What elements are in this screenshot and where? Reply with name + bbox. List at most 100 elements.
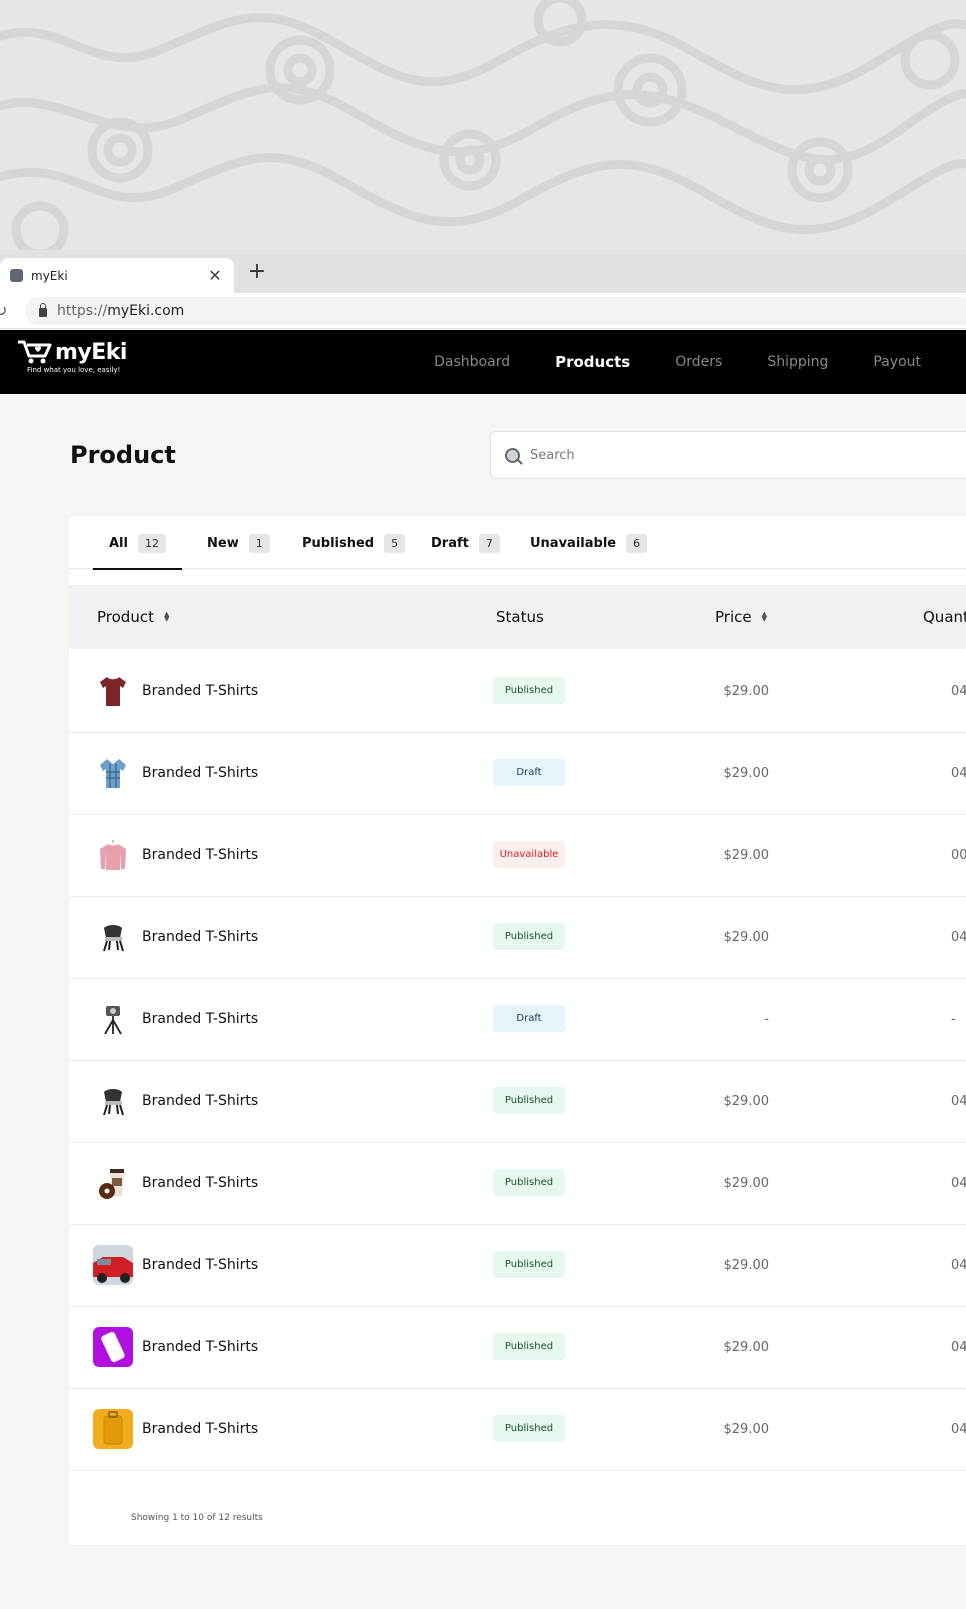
filter-tabs: All 12 New 1 Published 5 Draft 7 Unavailable… <box>69 517 966 570</box>
reload-icon[interactable]: ↻ <box>0 301 7 320</box>
product-quantity: 04 <box>951 1175 966 1191</box>
table-row[interactable]: Branded T-Shirts Published $29.00 04 <box>69 895 966 979</box>
nav-shipping[interactable]: Shipping <box>767 354 828 370</box>
yellow-suitcase-icon <box>93 1409 133 1449</box>
col-product-header[interactable]: Product ▲ ▼ <box>97 585 169 649</box>
nav-orders[interactable]: Orders <box>675 354 722 370</box>
wallpaper-pattern <box>0 0 966 250</box>
tab-title: myEki <box>31 268 68 283</box>
chair-icon <box>93 1081 133 1121</box>
product-name[interactable]: Branded T-Shirts <box>142 977 258 1061</box>
product-price: $29.00 <box>723 847 770 863</box>
chair-icon <box>93 917 133 957</box>
plaid-shirt-icon <box>93 753 133 793</box>
page-title: Product <box>70 441 176 469</box>
close-icon[interactable]: ✕ <box>206 266 224 285</box>
url-text: https://myEki.com <box>57 303 185 319</box>
table-row[interactable]: Branded T-Shirts Draft $29.00 04 <box>69 731 966 815</box>
pink-sweater-icon <box>93 835 133 875</box>
col-status-header: Status <box>496 608 544 626</box>
cart-logo-icon <box>18 340 52 364</box>
product-name[interactable]: Branded T-Shirts <box>142 1059 258 1143</box>
tab-new[interactable]: New 1 <box>207 517 270 569</box>
tab-label: New <box>207 535 239 551</box>
status-badge: Published <box>493 677 565 704</box>
logo-tagline: Find what you love, easily! <box>27 366 121 374</box>
tab-published[interactable]: Published 5 <box>302 517 406 569</box>
tab-label: Unavailable <box>530 535 617 551</box>
maroon-tshirt-icon <box>93 671 133 711</box>
product-price: - <box>764 1011 769 1027</box>
table-row[interactable]: Branded T-Shirts Published $29.00 04 <box>69 1223 966 1307</box>
phone-icon <box>93 1327 133 1367</box>
product-price: $29.00 <box>723 1257 770 1273</box>
col-quantity-header: Quant <box>923 608 966 626</box>
product-name[interactable]: Branded T-Shirts <box>142 813 258 897</box>
favicon-icon <box>10 269 23 282</box>
status-badge: Published <box>493 1333 565 1360</box>
tab-label: Draft <box>431 535 469 551</box>
product-quantity: 04 <box>951 1339 966 1355</box>
nav-links: Dashboard Products Orders Shipping Payou… <box>434 330 966 394</box>
red-car-icon <box>93 1245 133 1285</box>
search-placeholder: Search <box>530 447 575 463</box>
table-row[interactable]: Branded T-Shirts Published $29.00 04 <box>69 649 966 733</box>
url-field[interactable]: https://myEki.com <box>25 297 966 325</box>
tab-unavailable[interactable]: Unavailable 6 <box>530 517 648 569</box>
table-row[interactable]: Branded T-Shirts Published $29.00 04 <box>69 1305 966 1389</box>
tab-label: Published <box>302 535 375 551</box>
status-badge: Published <box>493 923 565 950</box>
new-tab-button[interactable]: + <box>246 261 268 283</box>
lock-icon <box>39 303 47 317</box>
tab-count: 5 <box>384 533 406 553</box>
product-name[interactable]: Branded T-Shirts <box>142 649 258 733</box>
logo[interactable]: myEki Find what you love, easily! <box>17 339 127 374</box>
status-badge: Published <box>493 1415 565 1442</box>
product-name[interactable]: Branded T-Shirts <box>142 731 258 815</box>
top-navbar: myEki Find what you love, easily! Dashbo… <box>0 330 966 394</box>
product-quantity: 04 <box>951 929 966 945</box>
table-header: Product ▲ ▼ Status Price ▲ ▼ Quant <box>69 585 966 649</box>
browser-tab[interactable]: myEki ✕ <box>0 258 234 293</box>
camera-tripod-icon <box>93 999 133 1039</box>
status-badge: Published <box>493 1251 565 1278</box>
product-name[interactable]: Branded T-Shirts <box>142 1387 258 1471</box>
tab-count: 1 <box>248 533 270 553</box>
product-name[interactable]: Branded T-Shirts <box>142 1141 258 1225</box>
product-quantity: 04 <box>951 1421 966 1437</box>
table-row[interactable]: Branded T-Shirts Published $29.00 04 <box>69 1059 966 1143</box>
logo-name: myEki <box>55 339 127 365</box>
table-row[interactable]: Branded T-Shirts Published $29.00 04 <box>69 1387 966 1471</box>
product-price: $29.00 <box>723 1339 770 1355</box>
nav-dashboard[interactable]: Dashboard <box>434 354 510 370</box>
table-row[interactable]: Branded T-Shirts Draft - - <box>69 977 966 1061</box>
product-name[interactable]: Branded T-Shirts <box>142 1223 258 1307</box>
search-icon <box>505 447 520 463</box>
product-name[interactable]: Branded T-Shirts <box>142 1305 258 1389</box>
nav-products[interactable]: Products <box>555 353 630 371</box>
browser-tabbar: myEki ✕ + <box>0 250 966 293</box>
pagination-summary: Showing 1 to 10 of 12 results <box>131 1513 263 1523</box>
product-price: $29.00 <box>723 1421 770 1437</box>
tab-count: 7 <box>478 533 500 553</box>
col-price-header[interactable]: Price ▲ ▼ <box>715 585 767 649</box>
nav-payout[interactable]: Payout <box>873 354 921 370</box>
product-quantity: 04 <box>951 765 966 781</box>
sort-icon[interactable]: ▲ ▼ <box>762 611 767 623</box>
tab-all[interactable]: All 12 <box>93 517 182 570</box>
table-row[interactable]: Branded T-Shirts Published $29.00 04 <box>69 1141 966 1225</box>
status-badge: Unavailable <box>493 841 565 868</box>
products-card: All 12 New 1 Published 5 Draft 7 Unavailable… <box>69 517 966 1545</box>
status-badge: Published <box>493 1087 565 1114</box>
search-input[interactable]: Search <box>490 431 966 479</box>
tab-draft[interactable]: Draft 7 <box>431 517 500 569</box>
sort-icon[interactable]: ▲ ▼ <box>164 611 169 623</box>
product-price: $29.00 <box>723 765 770 781</box>
status-badge: Draft <box>493 1005 565 1032</box>
product-quantity: 04 <box>951 1257 966 1273</box>
product-price: $29.00 <box>723 683 770 699</box>
product-name[interactable]: Branded T-Shirts <box>142 895 258 979</box>
product-quantity: 04 <box>951 1093 966 1109</box>
table-row[interactable]: Branded T-Shirts Unavailable $29.00 00 <box>69 813 966 897</box>
status-badge: Draft <box>493 759 565 786</box>
